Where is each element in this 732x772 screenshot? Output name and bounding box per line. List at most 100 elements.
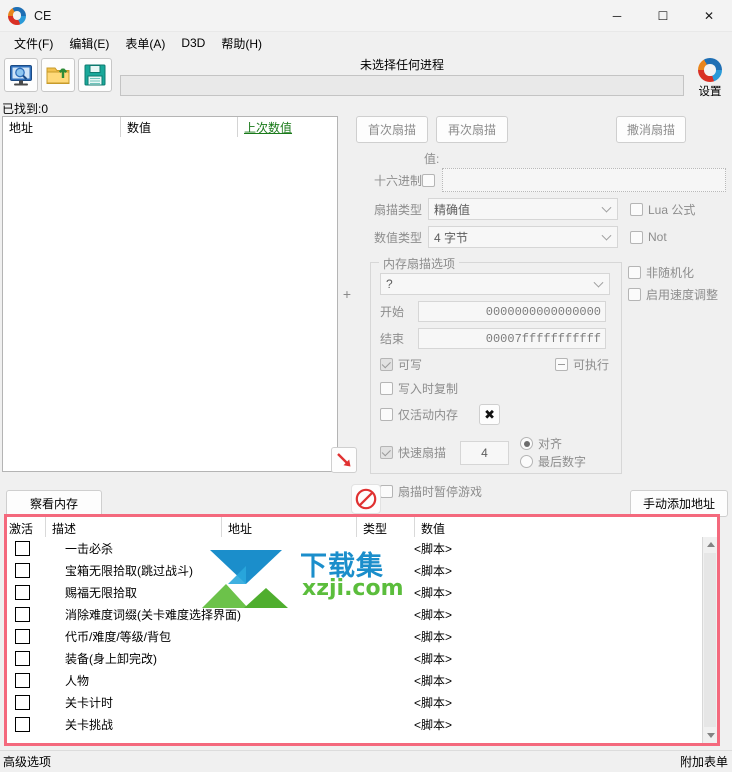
unrandomize-checkbox[interactable] bbox=[628, 266, 641, 279]
stop-address-row: 结束 00007fffffffffff bbox=[380, 328, 621, 349]
save-table-button[interactable] bbox=[78, 58, 112, 92]
scan-value-input[interactable] bbox=[442, 168, 726, 192]
start-address-input[interactable]: 0000000000000000 bbox=[418, 301, 606, 322]
table-col-active[interactable]: 激活 bbox=[7, 517, 45, 537]
menu-bar: 文件(F) 编辑(E) 表单(A) D3D 帮助(H) bbox=[0, 32, 732, 54]
row-activate-checkbox[interactable] bbox=[15, 694, 30, 710]
lastdigits-radio[interactable] bbox=[520, 455, 534, 468]
scroll-up-arrow-icon[interactable] bbox=[703, 537, 717, 552]
scan-type-select[interactable]: 精确值 bbox=[428, 198, 618, 220]
clear-x-button[interactable]: ✖ bbox=[479, 404, 501, 425]
row-activate-checkbox[interactable] bbox=[15, 628, 30, 644]
fast-scan-alignment-input[interactable]: 4 bbox=[460, 440, 510, 465]
not-checkbox[interactable] bbox=[630, 230, 643, 244]
row-activate-checkbox[interactable] bbox=[15, 540, 30, 556]
executable-checkbox[interactable] bbox=[554, 358, 568, 371]
menu-d3d[interactable]: D3D bbox=[173, 34, 213, 52]
row-activate-checkbox[interactable] bbox=[15, 672, 30, 688]
settings-label: 设置 bbox=[698, 86, 722, 98]
value-type-label: 数值类型 bbox=[373, 230, 422, 245]
hex-checkbox[interactable] bbox=[422, 173, 435, 187]
scroll-down-arrow-icon[interactable] bbox=[703, 728, 717, 743]
menu-file[interactable]: 文件(F) bbox=[6, 33, 61, 54]
memory-region-select[interactable]: ? bbox=[380, 273, 610, 295]
menu-help[interactable]: 帮助(H) bbox=[213, 33, 270, 54]
scan-results-panel[interactable]: 地址 数值 上次数值 bbox=[2, 116, 338, 472]
scan-button-row: 首次扇描 再次扇描 撒消扇描 bbox=[356, 116, 730, 144]
advanced-options-link[interactable]: 高级选项 bbox=[3, 753, 51, 770]
cheat-table-body[interactable]: 一击必杀 <脚本> 宝箱无限拾取(跳过战斗) <脚本> 赐福无限拾取 <脚本> 消除难度词缀… bbox=[7, 537, 717, 735]
table-row[interactable]: 赐福无限拾取 <脚本> bbox=[7, 581, 717, 603]
scan-results-header: 地址 数值 上次数值 bbox=[3, 117, 337, 137]
table-row[interactable]: 装备(身上卸完改) <脚本> bbox=[7, 647, 717, 669]
table-row[interactable]: 关卡计时 <脚本> bbox=[7, 691, 717, 713]
table-row[interactable]: 人物 <脚本> bbox=[7, 669, 717, 691]
table-col-value[interactable]: 数值 bbox=[414, 517, 704, 537]
table-row[interactable]: 消除难度词缀(关卡难度选择界面) <脚本> bbox=[7, 603, 717, 625]
open-table-button[interactable] bbox=[41, 58, 75, 92]
minimize-button[interactable]: ─ bbox=[594, 0, 640, 32]
active-memory-checkbox[interactable] bbox=[380, 408, 393, 421]
stop-address-input[interactable]: 00007fffffffffff bbox=[418, 328, 606, 349]
attach-table-link[interactable]: 附加表单 bbox=[680, 753, 728, 770]
row-activate-checkbox[interactable] bbox=[15, 716, 30, 732]
process-name-box[interactable] bbox=[120, 75, 684, 96]
speedhack-checkbox[interactable] bbox=[628, 288, 641, 301]
start-address-label: 开始 bbox=[380, 305, 405, 319]
cheat-table-scrollbar[interactable] bbox=[702, 537, 717, 743]
value-type-row: 数值类型 4 字节 Not bbox=[356, 226, 730, 248]
floppy-disk-icon bbox=[84, 64, 106, 86]
row-active-cell bbox=[7, 716, 45, 732]
active-memory-label: 仅活动内存 bbox=[398, 408, 459, 422]
cheat-table[interactable]: 激活 描述 地址 类型 数值 一击必杀 <脚本> 宝箱无限拾取(跳过战斗) <脚本> 赐… bbox=[7, 517, 717, 743]
row-value: <脚本> bbox=[414, 651, 453, 666]
table-col-type[interactable]: 类型 bbox=[356, 517, 414, 537]
align-radio[interactable] bbox=[520, 437, 534, 450]
table-col-description[interactable]: 描述 bbox=[45, 517, 221, 537]
table-row[interactable]: 代币/难度/等级/背包 <脚本> bbox=[7, 625, 717, 647]
add-address-manually-button[interactable]: 手动添加地址 bbox=[630, 490, 728, 517]
result-col-previous[interactable]: 上次数值 bbox=[237, 117, 337, 137]
menu-table[interactable]: 表单(A) bbox=[117, 33, 173, 54]
row-activate-checkbox[interactable] bbox=[15, 606, 30, 622]
executable-label: 可执行 bbox=[572, 358, 609, 372]
close-button[interactable]: ✕ bbox=[686, 0, 732, 32]
table-col-address[interactable]: 地址 bbox=[221, 517, 356, 537]
unrandomize-row: 非随机化 bbox=[628, 264, 718, 281]
undo-scan-button[interactable]: 撒消扇描 bbox=[616, 116, 686, 143]
row-activate-checkbox[interactable] bbox=[15, 584, 30, 600]
toolbar-icon-group bbox=[0, 58, 112, 92]
menu-edit[interactable]: 编辑(E) bbox=[61, 33, 117, 54]
first-scan-button[interactable]: 首次扇描 bbox=[356, 116, 428, 143]
result-col-address[interactable]: 地址 bbox=[3, 117, 120, 137]
lua-formula-checkbox[interactable] bbox=[630, 202, 643, 216]
chevron-down-icon bbox=[601, 202, 612, 213]
fast-scan-checkbox[interactable] bbox=[380, 446, 393, 459]
title-bar: CE ─ ☐ ✕ bbox=[0, 0, 732, 32]
row-activate-checkbox[interactable] bbox=[15, 562, 30, 578]
process-select-button[interactable] bbox=[4, 58, 38, 92]
table-row[interactable]: 宝箱无限拾取(跳过战斗) <脚本> bbox=[7, 559, 717, 581]
scan-results-body[interactable] bbox=[3, 137, 337, 471]
active-memory-row: 仅活动内存 ✖ bbox=[380, 404, 621, 425]
view-memory-button[interactable]: 察看内存 bbox=[6, 490, 102, 517]
row-value: <脚本> bbox=[414, 563, 453, 578]
scrollbar-thumb[interactable] bbox=[704, 553, 716, 727]
writable-checkbox[interactable] bbox=[380, 358, 393, 371]
maximize-button[interactable]: ☐ bbox=[640, 0, 686, 32]
settings-button[interactable]: 设置 bbox=[690, 58, 730, 102]
panel-splitter[interactable]: + bbox=[340, 116, 354, 472]
row-active-cell bbox=[7, 650, 45, 666]
drag-target-arrow-button[interactable] bbox=[331, 447, 357, 473]
copy-on-write-checkbox[interactable] bbox=[380, 382, 393, 395]
table-row[interactable]: 关卡挑战 <脚本> bbox=[7, 713, 717, 735]
value-type-select[interactable]: 4 字节 bbox=[428, 226, 618, 248]
align-radio-row: 对齐 bbox=[520, 435, 586, 452]
table-row[interactable]: 一击必杀 <脚本> bbox=[7, 537, 717, 559]
chevron-down-icon bbox=[601, 230, 612, 241]
row-activate-checkbox[interactable] bbox=[15, 650, 30, 666]
row-description: 关卡挑战 bbox=[65, 717, 114, 732]
memory-scan-options-group: 内存扇描选项 ? 开始 0000000000000000 结束 00007fff… bbox=[370, 255, 622, 499]
result-col-value[interactable]: 数值 bbox=[120, 117, 237, 137]
next-scan-button[interactable]: 再次扇描 bbox=[436, 116, 508, 143]
